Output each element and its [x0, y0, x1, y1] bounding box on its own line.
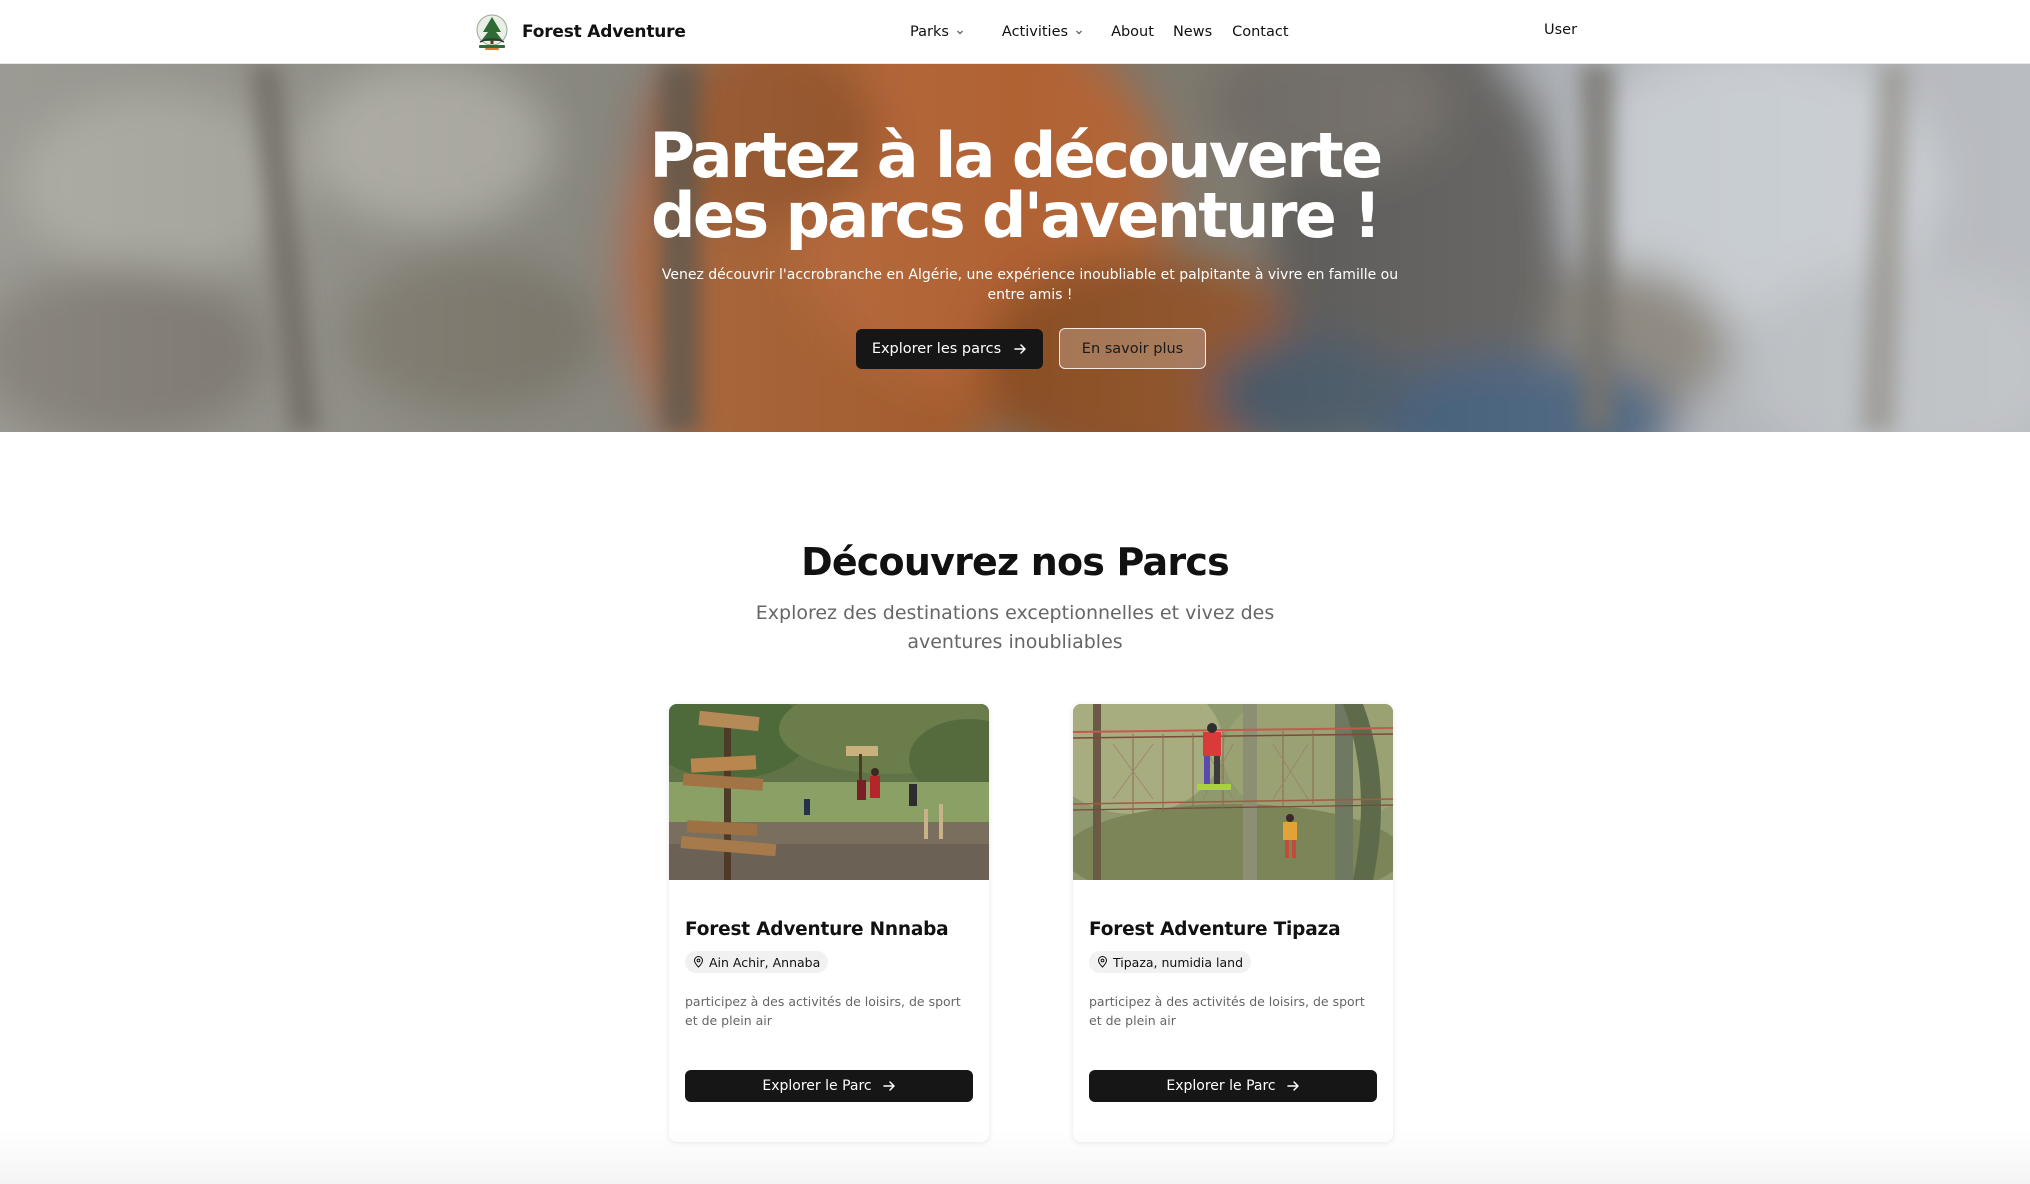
learn-more-button[interactable]: En savoir plus	[1059, 328, 1206, 369]
hero-title-line-2: des parcs d'aventure !	[651, 179, 1381, 252]
explore-parks-button-label: Explorer les parcs	[871, 341, 1002, 357]
park-card: Forest Adventure Tipaza Tipaza, numidia …	[1073, 704, 1393, 1142]
nav-item-about[interactable]: About	[1111, 24, 1154, 40]
learn-more-button-label: En savoir plus	[1081, 340, 1184, 357]
brand-name: Forest Adventure	[522, 22, 686, 42]
arrow-right-icon	[1014, 344, 1026, 354]
section-subtitle: Explorez des destinations exceptionnelle…	[755, 602, 1275, 653]
nav-item-contact[interactable]: Contact	[1232, 24, 1288, 40]
nav-item-label: Activities	[1001, 24, 1069, 40]
brand[interactable]: Forest Adventure	[472, 10, 686, 54]
nav-item-label: About	[1111, 24, 1154, 40]
explore-park-button[interactable]: Explorer le Parc	[685, 1070, 973, 1102]
map-pin-icon	[1097, 956, 1108, 968]
nav-item-label: News	[1172, 24, 1213, 40]
park-description: participez à des activités de loisirs, d…	[1089, 994, 1365, 1028]
nav-item-news[interactable]: News	[1173, 24, 1212, 40]
arrow-right-icon	[1286, 1081, 1299, 1091]
nav-item-label: Parks	[910, 24, 949, 40]
park-title: Forest Adventure Tipaza	[1089, 919, 1341, 940]
user-menu[interactable]: User	[1544, 22, 1577, 38]
explore-park-button-label: Explorer le Parc	[1166, 1078, 1276, 1094]
nav-item-activities[interactable]: Activities	[1002, 24, 1084, 40]
park-image	[669, 704, 989, 880]
hero-subtitle: Venez découvrir l'accrobranche en Algéri…	[661, 267, 1399, 303]
park-card: Forest Adventure Nnnaba Ain Achir, Annab…	[669, 704, 989, 1142]
nav-item-label: Contact	[1232, 24, 1289, 40]
main-menu: Parks Activities About News Contact	[910, 0, 1289, 64]
explore-park-button-label: Explorer le Parc	[762, 1078, 872, 1094]
location-text: Ain Achir, Annaba	[709, 954, 821, 970]
hero: Partez à la découverte des parcs d'avent…	[0, 64, 2030, 432]
explore-park-button[interactable]: Explorer le Parc	[1089, 1070, 1377, 1102]
arrow-right-icon	[882, 1081, 895, 1091]
section-bottom-shadow	[0, 1130, 2030, 1184]
hero-title: Partez à la découverte des parcs d'avent…	[0, 125, 2030, 247]
park-image	[1073, 704, 1393, 880]
map-pin-icon	[693, 956, 704, 968]
nav-item-parks[interactable]: Parks	[910, 24, 965, 40]
section-title: Découvrez nos Parcs	[801, 540, 1230, 584]
park-description: participez à des activités de loisirs, d…	[685, 994, 961, 1028]
park-title: Forest Adventure Nnnaba	[685, 919, 949, 940]
location-text: Tipaza, numidia land	[1113, 954, 1244, 970]
explore-parks-button[interactable]: Explorer les parcs	[856, 329, 1043, 369]
chevron-down-icon	[1076, 30, 1082, 35]
location-badge: Ain Achir, Annaba	[685, 951, 829, 973]
chevron-down-icon	[956, 30, 963, 35]
logo	[476, 14, 508, 50]
location-badge: Tipaza, numidia land	[1089, 951, 1252, 973]
top-navigation: Forest Adventure Parks Activities About …	[0, 0, 2030, 64]
